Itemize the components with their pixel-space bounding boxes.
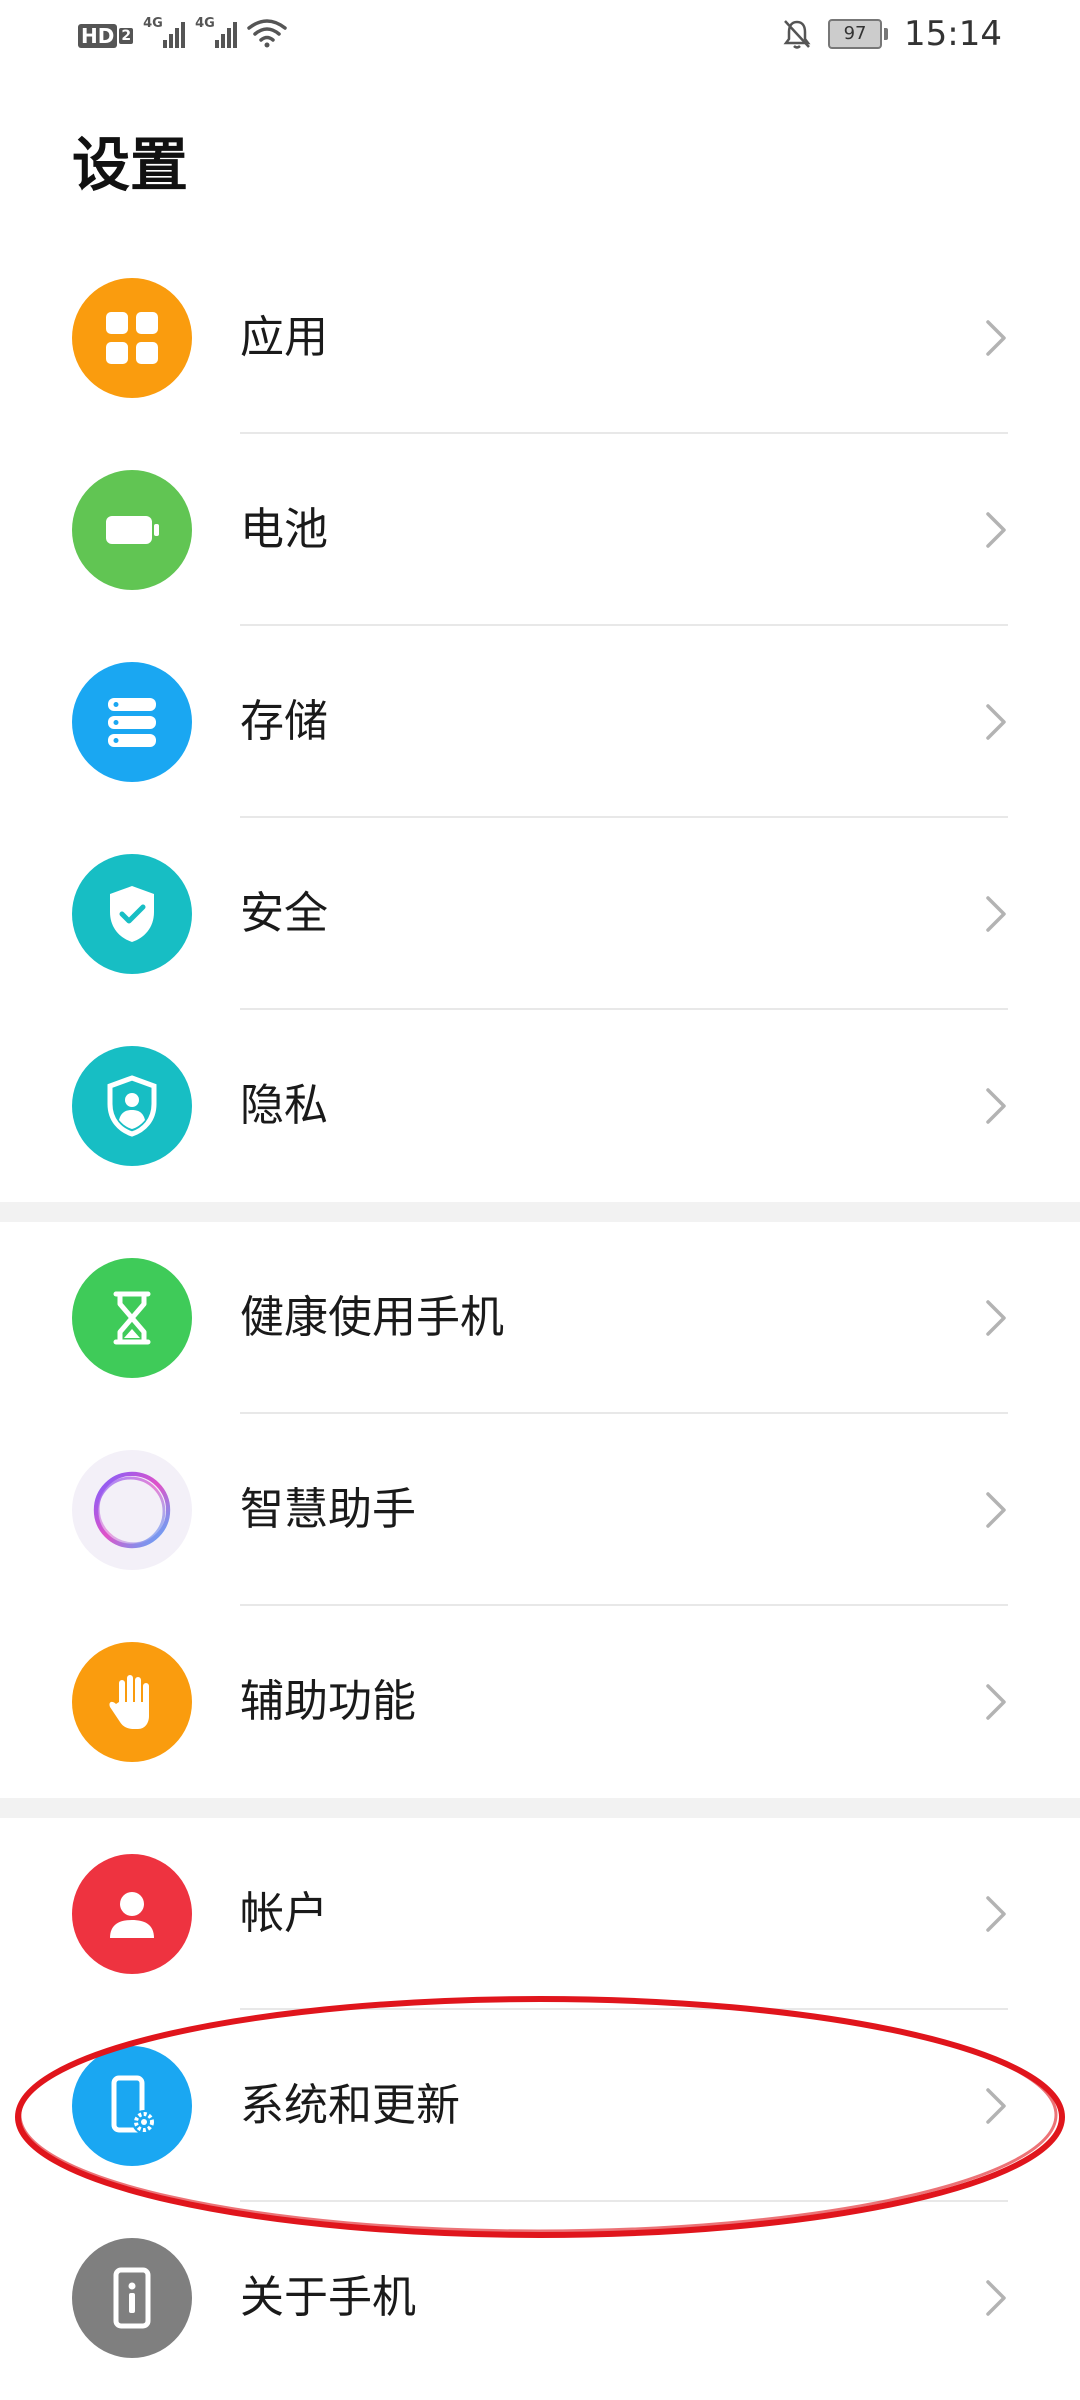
settings-item-label: 帐户 bbox=[240, 1888, 328, 1939]
group-separator bbox=[0, 1202, 1080, 1222]
wifi-icon bbox=[247, 19, 287, 48]
chevron-right-icon bbox=[986, 1684, 1006, 1720]
status-bar: HD 2 4G 4G 97 15:14 bbox=[0, 0, 1080, 70]
system-update-icon bbox=[72, 2046, 192, 2166]
settings-item-label: 健康使用手机 bbox=[240, 1292, 504, 1343]
settings-item-digital-balance[interactable]: 健康使用手机 bbox=[0, 1222, 1080, 1414]
settings-item-about-phone[interactable]: 关于手机 bbox=[0, 2202, 1080, 2394]
settings-item-label: 存储 bbox=[240, 696, 328, 747]
settings-item-storage[interactable]: 存储 bbox=[0, 626, 1080, 818]
battery-icon bbox=[72, 470, 192, 590]
chevron-right-icon bbox=[986, 2088, 1006, 2124]
settings-item-label: 应用 bbox=[240, 312, 328, 363]
settings-item-label: 系统和更新 bbox=[240, 2080, 460, 2131]
storage-icon bbox=[72, 662, 192, 782]
chevron-right-icon bbox=[986, 512, 1006, 548]
settings-item-accessibility[interactable]: 辅助功能 bbox=[0, 1606, 1080, 1798]
page-title: 设置 bbox=[72, 131, 189, 199]
chevron-right-icon bbox=[986, 320, 1006, 356]
network-type-1: 4G bbox=[143, 16, 163, 31]
hd-voice-badge: HD 2 bbox=[78, 24, 134, 48]
muted-bell-icon bbox=[783, 20, 811, 49]
status-left: HD 2 4G 4G bbox=[78, 16, 287, 48]
user-icon bbox=[72, 1854, 192, 1974]
battery-indicator: 97 bbox=[828, 19, 889, 49]
settings-item-system-update[interactable]: 系统和更新 bbox=[0, 2010, 1080, 2202]
settings-item-label: 关于手机 bbox=[240, 2272, 416, 2323]
hourglass-icon bbox=[72, 1258, 192, 1378]
apps-icon bbox=[72, 278, 192, 398]
status-time: 15:14 bbox=[904, 14, 1002, 54]
phone-info-icon bbox=[72, 2238, 192, 2358]
assistant-orb-icon bbox=[72, 1450, 192, 1570]
settings-item-privacy[interactable]: 隐私 bbox=[0, 1010, 1080, 1202]
chevron-right-icon bbox=[986, 1088, 1006, 1124]
settings-item-label: 智慧助手 bbox=[240, 1484, 416, 1535]
settings-item-account[interactable]: 帐户 bbox=[0, 1818, 1080, 2010]
chevron-right-icon bbox=[986, 1896, 1006, 1932]
settings-item-label: 辅助功能 bbox=[240, 1676, 416, 1727]
settings-item-label: 安全 bbox=[240, 888, 328, 939]
settings-item-battery[interactable]: 电池 bbox=[0, 434, 1080, 626]
group-separator bbox=[0, 1798, 1080, 1818]
privacy-icon bbox=[72, 1046, 192, 1166]
settings-item-security[interactable]: 安全 bbox=[0, 818, 1080, 1010]
settings-item-smart-assistant[interactable]: 智慧助手 bbox=[0, 1414, 1080, 1606]
signal-strength-icon: 4G bbox=[143, 16, 186, 48]
chevron-right-icon bbox=[986, 1492, 1006, 1528]
chevron-right-icon bbox=[986, 896, 1006, 932]
shield-check-icon bbox=[72, 854, 192, 974]
hd-sub: 2 bbox=[119, 28, 134, 44]
signal-strength-icon-2: 4G bbox=[195, 16, 238, 48]
chevron-right-icon bbox=[986, 1300, 1006, 1336]
chevron-right-icon bbox=[986, 2280, 1006, 2316]
network-type-2: 4G bbox=[195, 16, 215, 31]
settings-item-label: 电池 bbox=[240, 504, 328, 555]
settings-item-label: 隐私 bbox=[240, 1080, 328, 1131]
battery-level: 97 bbox=[828, 19, 883, 49]
hand-icon bbox=[72, 1642, 192, 1762]
chevron-right-icon bbox=[986, 704, 1006, 740]
hd-label: HD bbox=[78, 24, 118, 48]
status-right: 97 15:14 bbox=[782, 14, 1002, 54]
settings-item-apps[interactable]: 应用 bbox=[0, 242, 1080, 434]
